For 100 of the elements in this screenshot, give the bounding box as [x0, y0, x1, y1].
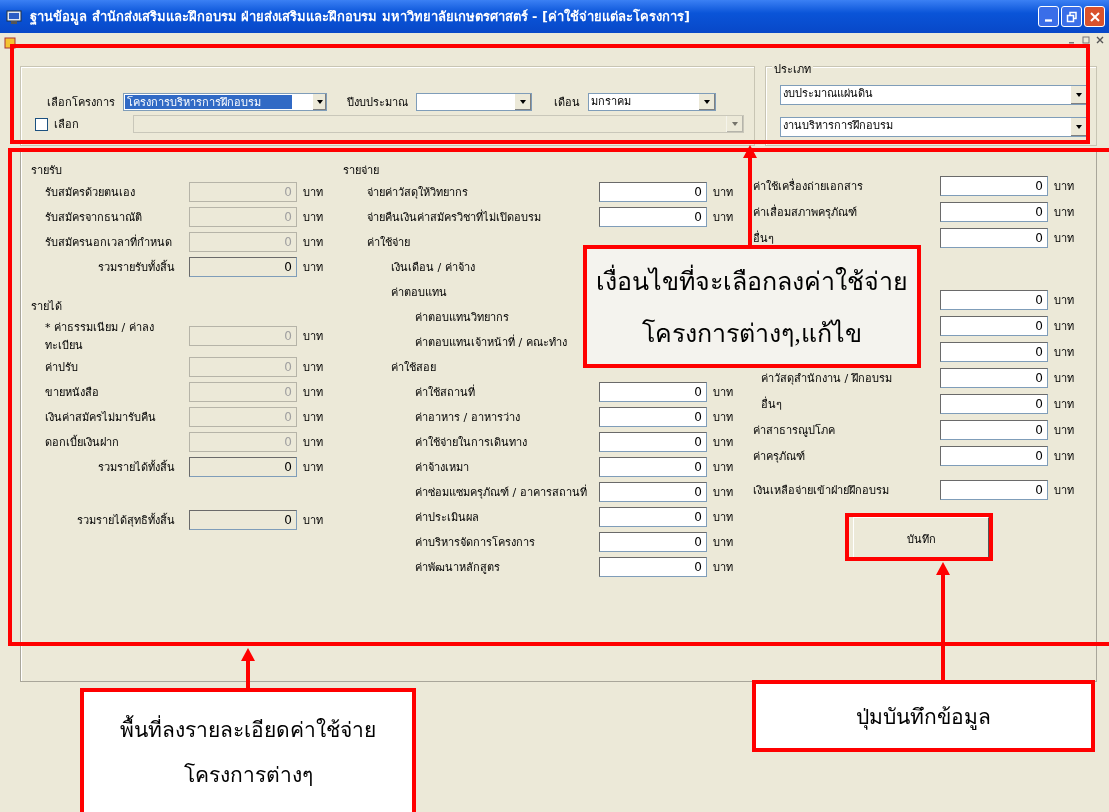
selector-label: ปีงบประมาณ	[347, 95, 408, 111]
section-label: ค่าใช้สอย	[390, 359, 437, 376]
restore-icon[interactable]	[1081, 35, 1091, 45]
unit-label: บาท	[302, 409, 324, 426]
field-label: รวมรายได้สุทธิทั้งสิ้น	[76, 512, 176, 529]
type-dropdown[interactable]: งบประมาณแผ่นดิน	[780, 85, 1088, 105]
amount-field[interactable]: 0	[940, 368, 1048, 388]
section-label: ค่าตอบแทนวิทยากร	[414, 309, 510, 326]
amount-field[interactable]: 0	[189, 456, 297, 477]
annotation-callout: ปุ่มบันทึกข้อมูล	[752, 680, 1095, 752]
amount-field[interactable]: 0	[599, 481, 707, 502]
amount-field[interactable]: 0	[599, 556, 707, 577]
restore-button[interactable]	[1061, 6, 1082, 27]
selector-dropdown[interactable]: มกราคม	[588, 93, 716, 111]
amount-field[interactable]: 0	[940, 480, 1048, 500]
amount-field[interactable]: 0	[599, 406, 707, 427]
field-label: ค่าเสื่อมสภาพครุภัณฑ์	[753, 203, 858, 221]
field-label: ค่าใช้เครื่องถ่ายเอกสาร	[753, 177, 864, 195]
field-label: ค่าพัฒนาหลักสูตร	[414, 559, 501, 576]
unit-label: บาท	[712, 534, 734, 551]
unit-label: บาท	[712, 434, 734, 451]
amount-field[interactable]: 0	[940, 394, 1048, 414]
unit-label: บาท	[1053, 179, 1075, 195]
amount-field[interactable]: 0	[940, 446, 1048, 466]
unit-label: บาท	[1053, 231, 1075, 247]
field-label: รับสมัครจากธนาณัติ	[44, 209, 143, 226]
unit-label: บาท	[302, 384, 324, 401]
window-title: ฐานข้อมูล สำนักส่งเสริมและฝึกอบรม ฝ่ายส่งเสริมและฝึกอบรม มหาวิทยาลัยเกษตรศาสตร์ - [ค่าใช้จ่ายแต่ละโครงการ]	[30, 7, 691, 27]
field-label: เงินเหลือจ่ายเข้าฝ่ายฝึกอบรม	[753, 483, 890, 499]
amount-field[interactable]: 0	[599, 381, 707, 402]
select-checkbox[interactable]: เลือก	[35, 115, 133, 133]
section-label: ค่าใช้จ่าย	[366, 234, 411, 251]
amount-field[interactable]: 0	[940, 176, 1048, 196]
amount-field[interactable]: 0	[599, 531, 707, 552]
field-label: ค่าจ้างเหมา	[414, 459, 470, 476]
amount-field[interactable]: 0	[599, 181, 707, 202]
amount-field[interactable]: 0	[599, 456, 707, 477]
amount-field[interactable]: 0	[189, 509, 297, 530]
amount-field[interactable]: 0	[189, 256, 297, 277]
selector-dropdown[interactable]	[416, 93, 532, 111]
close-icon[interactable]	[1095, 35, 1105, 45]
field-label: เงินค่าสมัครไม่มารับคืน	[44, 409, 157, 426]
minimize-button[interactable]	[1038, 6, 1059, 27]
unit-label: บาท	[712, 209, 734, 226]
unit-label: บาท	[712, 509, 734, 526]
unit-label: บาท	[302, 234, 324, 251]
field-label: รับสมัครนอกเวลาที่กำหนด	[44, 233, 173, 251]
unit-label: บาท	[1053, 483, 1075, 499]
unit-label: บาท	[302, 459, 324, 476]
field-label: ค่าบริหารจัดการโครงการ	[414, 534, 536, 551]
unit-label: บาท	[712, 484, 734, 501]
amount-field[interactable]: 0	[940, 228, 1048, 248]
annotation-arrow	[241, 648, 255, 690]
section-label: เงินเดือน / ค่าจ้าง	[390, 259, 476, 276]
selector-label: เลือกโครงการ	[47, 95, 115, 111]
field-label: จ่ายค่าวัสดุให้วิทยากร	[366, 184, 469, 201]
amount-field[interactable]: 0	[940, 202, 1048, 222]
unit-label: บาท	[1053, 319, 1075, 335]
field-label: ขายหนังสือ	[44, 384, 100, 401]
unit-label: บาท	[1053, 205, 1075, 221]
amount-field[interactable]: 0	[940, 290, 1048, 310]
selector-label: เดือน	[554, 95, 580, 111]
unit-label: บาท	[302, 434, 324, 451]
field-label: ค่าซ่อมแซมครุภัณฑ์ / อาคารสถานที่	[414, 483, 588, 501]
amount-field[interactable]: 0	[940, 316, 1048, 336]
restore-icon	[1065, 10, 1078, 23]
field-label: จ่ายคืนเงินค่าสมัครวิชาที่ไม่เปิดอบรม	[366, 208, 542, 226]
amount-field[interactable]: 0	[599, 506, 707, 527]
section-label: รายรับ	[31, 163, 63, 179]
monitor-icon	[6, 8, 22, 25]
unit-label: บาท	[302, 209, 324, 226]
field-label: รวมรายรับทั้งสิ้น	[97, 259, 176, 276]
section-label: รายได้	[31, 298, 63, 315]
unit-label: บาท	[1053, 449, 1075, 465]
close-button[interactable]	[1084, 6, 1105, 27]
amount-field[interactable]: 0	[940, 342, 1048, 362]
type-dropdown[interactable]: งานบริหารการฝึกอบรม	[780, 117, 1088, 137]
minimize-icon	[1045, 19, 1052, 22]
unit-label: บาท	[712, 184, 734, 201]
field-label: ค่าครุภัณฑ์	[753, 449, 806, 465]
unit-label: บาท	[1053, 345, 1075, 361]
field-label: ค่าอาหาร / อาหารว่าง	[414, 409, 521, 426]
unit-label: บาท	[1053, 397, 1075, 413]
unit-label: บาท	[302, 259, 324, 276]
amount-field[interactable]: 0	[940, 420, 1048, 440]
field-label: ค่าใช้สถานที่	[414, 383, 476, 401]
field-label: ค่าสาธารณูปโภค	[753, 423, 836, 439]
unit-label: บาท	[712, 384, 734, 401]
field-label: ค่าวัสดุสำนักงาน / ฝึกอบรม	[760, 371, 893, 387]
field-label: ค่าปรับ	[44, 359, 79, 376]
field-label: อื่นๆ	[753, 229, 775, 247]
unit-label: บาท	[712, 409, 734, 426]
selector-dropdown[interactable]: โครงการบริหารการฝึกอบรม	[123, 93, 327, 111]
amount-field[interactable]: 0	[599, 431, 707, 452]
field-label: รับสมัครด้วยตนเอง	[44, 184, 136, 201]
amount-field[interactable]: 0	[599, 206, 707, 227]
unit-label: บาท	[1053, 371, 1075, 387]
unit-label: บาท	[1053, 423, 1075, 439]
field-label: ดอกเบี้ยเงินฝาก	[44, 434, 120, 451]
field-label: ค่าใช้จ่ายในการเดินทาง	[414, 434, 528, 451]
